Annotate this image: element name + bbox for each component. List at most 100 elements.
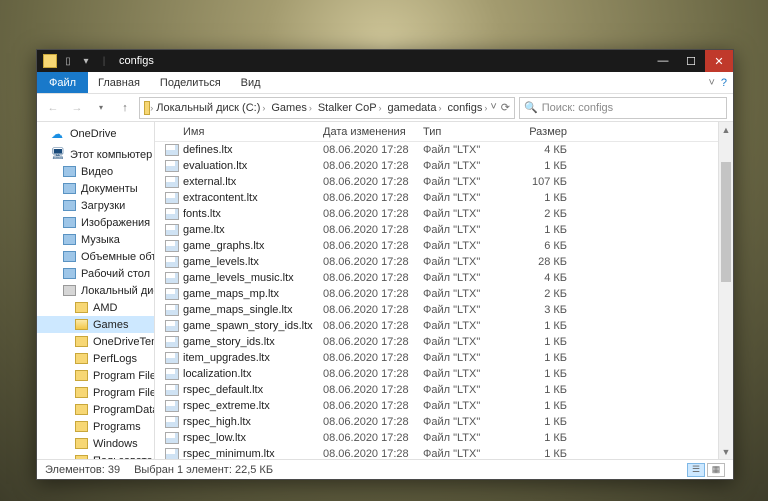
- refresh-icon[interactable]: ⟳: [501, 101, 510, 114]
- file-date: 08.06.2020 17:28: [323, 176, 423, 188]
- file-row[interactable]: item_upgrades.ltx08.06.2020 17:28Файл "L…: [155, 350, 718, 366]
- file-size: 1 КБ: [509, 224, 579, 236]
- nav-back-button[interactable]: ←: [43, 98, 63, 118]
- scroll-thumb[interactable]: [721, 162, 731, 282]
- file-row[interactable]: extracontent.ltx08.06.2020 17:28Файл "LT…: [155, 190, 718, 206]
- status-item-count: Элементов: 39: [45, 464, 120, 476]
- sidebar-drive-c[interactable]: Локальный дис: [37, 282, 154, 299]
- titlebar[interactable]: ▯ ▾ | configs — ☐ ✕: [37, 50, 733, 72]
- folder-open-icon: [75, 319, 88, 330]
- sidebar-folder[interactable]: Windows: [37, 435, 154, 452]
- file-type: Файл "LTX": [423, 288, 509, 300]
- pc-icon: 🖥: [51, 149, 65, 160]
- nav-history-dropdown[interactable]: ▾: [91, 98, 111, 118]
- file-row[interactable]: rspec_low.ltx08.06.2020 17:28Файл "LTX"1…: [155, 430, 718, 446]
- sidebar-thispc[interactable]: 🖥Этот компьютер: [37, 146, 154, 163]
- file-type: Файл "LTX": [423, 400, 509, 412]
- tab-home[interactable]: Главная: [88, 72, 150, 93]
- file-row[interactable]: rspec_extreme.ltx08.06.2020 17:28Файл "L…: [155, 398, 718, 414]
- file-row[interactable]: evaluation.ltx08.06.2020 17:28Файл "LTX"…: [155, 158, 718, 174]
- file-date: 08.06.2020 17:28: [323, 272, 423, 284]
- qat-dropdown-icon[interactable]: ▾: [79, 54, 93, 68]
- sidebar-lib-desktop[interactable]: Рабочий стол: [37, 265, 154, 282]
- qat-icon[interactable]: ▯: [61, 54, 75, 68]
- sidebar-lib-3d[interactable]: Объемные объ: [37, 248, 154, 265]
- sidebar-onedrive[interactable]: ☁OneDrive: [37, 125, 154, 142]
- sidebar-folder[interactable]: Program Files: [37, 367, 154, 384]
- file-icon: [165, 160, 179, 172]
- maximize-button[interactable]: ☐: [677, 50, 705, 72]
- file-date: 08.06.2020 17:28: [323, 448, 423, 459]
- file-row[interactable]: game_maps_single.ltx08.06.2020 17:28Файл…: [155, 302, 718, 318]
- file-row[interactable]: rspec_high.ltx08.06.2020 17:28Файл "LTX"…: [155, 414, 718, 430]
- nav-up-button[interactable]: ↑: [115, 98, 135, 118]
- sidebar-folder[interactable]: Пользователи: [37, 452, 154, 459]
- breadcrumb-seg[interactable]: Games›: [268, 102, 314, 114]
- sidebar-folder[interactable]: PerfLogs: [37, 350, 154, 367]
- tab-share[interactable]: Поделиться: [150, 72, 231, 93]
- file-type: Файл "LTX": [423, 304, 509, 316]
- minimize-button[interactable]: —: [649, 50, 677, 72]
- file-row[interactable]: defines.ltx08.06.2020 17:28Файл "LTX"4 К…: [155, 142, 718, 158]
- sidebar-folder[interactable]: ProgramData: [37, 401, 154, 418]
- file-row[interactable]: rspec_default.ltx08.06.2020 17:28Файл "L…: [155, 382, 718, 398]
- help-icon[interactable]: ?: [721, 77, 727, 89]
- breadcrumb-seg[interactable]: configs›: [444, 102, 490, 114]
- sidebar[interactable]: ☁OneDrive 🖥Этот компьютер Видео Документ…: [37, 122, 155, 459]
- view-details-button[interactable]: ☰: [687, 463, 705, 477]
- breadcrumb-seg[interactable]: gamedata›: [385, 102, 445, 114]
- file-row[interactable]: game.ltx08.06.2020 17:28Файл "LTX"1 КБ: [155, 222, 718, 238]
- sidebar-folder[interactable]: AMD: [37, 299, 154, 316]
- desktop-icon: [63, 268, 76, 279]
- file-row[interactable]: rspec_minimum.ltx08.06.2020 17:28Файл "L…: [155, 446, 718, 459]
- file-name: rspec_extreme.ltx: [183, 400, 270, 412]
- column-headers[interactable]: Имя Дата изменения Тип Размер: [155, 122, 718, 142]
- file-row[interactable]: fonts.ltx08.06.2020 17:28Файл "LTX"2 КБ: [155, 206, 718, 222]
- sidebar-lib-pictures[interactable]: Изображения: [37, 214, 154, 231]
- breadcrumb-seg[interactable]: Локальный диск (C:)›: [153, 102, 268, 114]
- sidebar-lib-documents[interactable]: Документы: [37, 180, 154, 197]
- file-date: 08.06.2020 17:28: [323, 352, 423, 364]
- sidebar-lib-video[interactable]: Видео: [37, 163, 154, 180]
- breadcrumb-seg[interactable]: Stalker CoP›: [315, 102, 385, 114]
- ribbon-expand-icon[interactable]: ˅: [708, 77, 714, 89]
- file-row[interactable]: game_levels_music.ltx08.06.2020 17:28Фай…: [155, 270, 718, 286]
- file-row[interactable]: localization.ltx08.06.2020 17:28Файл "LT…: [155, 366, 718, 382]
- scrollbar[interactable]: ▲ ▼: [718, 122, 733, 459]
- file-size: 1 КБ: [509, 448, 579, 459]
- 3d-icon: [63, 251, 76, 262]
- sidebar-folder[interactable]: Program Files (: [37, 384, 154, 401]
- file-listing: Имя Дата изменения Тип Размер defines.lt…: [155, 122, 718, 459]
- file-date: 08.06.2020 17:28: [323, 192, 423, 204]
- col-type[interactable]: Тип: [423, 126, 509, 138]
- col-size[interactable]: Размер: [509, 126, 579, 138]
- breadcrumb[interactable]: › Локальный диск (C:)› Games› Stalker Co…: [139, 97, 515, 119]
- breadcrumb-dropdown-icon[interactable]: ˅: [490, 101, 496, 114]
- file-icon: [165, 384, 179, 396]
- view-thumbnails-button[interactable]: ▦: [707, 463, 725, 477]
- file-size: 107 КБ: [509, 176, 579, 188]
- file-row[interactable]: game_spawn_story_ids.ltx08.06.2020 17:28…: [155, 318, 718, 334]
- file-icon: [165, 432, 179, 444]
- tab-file[interactable]: Файл: [37, 72, 88, 93]
- tab-view[interactable]: Вид: [231, 72, 271, 93]
- file-name: game_maps_single.ltx: [183, 304, 292, 316]
- file-row[interactable]: game_maps_mp.ltx08.06.2020 17:28Файл "LT…: [155, 286, 718, 302]
- file-name: item_upgrades.ltx: [183, 352, 270, 364]
- scroll-down-icon[interactable]: ▼: [719, 444, 733, 459]
- sidebar-folder[interactable]: Programs: [37, 418, 154, 435]
- file-row[interactable]: game_graphs.ltx08.06.2020 17:28Файл "LTX…: [155, 238, 718, 254]
- sidebar-folder[interactable]: OneDriveTemp: [37, 333, 154, 350]
- sidebar-lib-downloads[interactable]: Загрузки: [37, 197, 154, 214]
- file-row[interactable]: game_story_ids.ltx08.06.2020 17:28Файл "…: [155, 334, 718, 350]
- file-row[interactable]: external.ltx08.06.2020 17:28Файл "LTX"10…: [155, 174, 718, 190]
- sidebar-lib-music[interactable]: Музыка: [37, 231, 154, 248]
- col-date[interactable]: Дата изменения: [323, 126, 423, 138]
- scroll-up-icon[interactable]: ▲: [719, 122, 733, 137]
- search-input[interactable]: 🔍 Поиск: configs: [519, 97, 727, 119]
- col-name[interactable]: Имя: [155, 126, 323, 138]
- sidebar-folder-games[interactable]: Games: [37, 316, 154, 333]
- close-button[interactable]: ✕: [705, 50, 733, 72]
- file-row[interactable]: game_levels.ltx08.06.2020 17:28Файл "LTX…: [155, 254, 718, 270]
- nav-forward-button[interactable]: →: [67, 98, 87, 118]
